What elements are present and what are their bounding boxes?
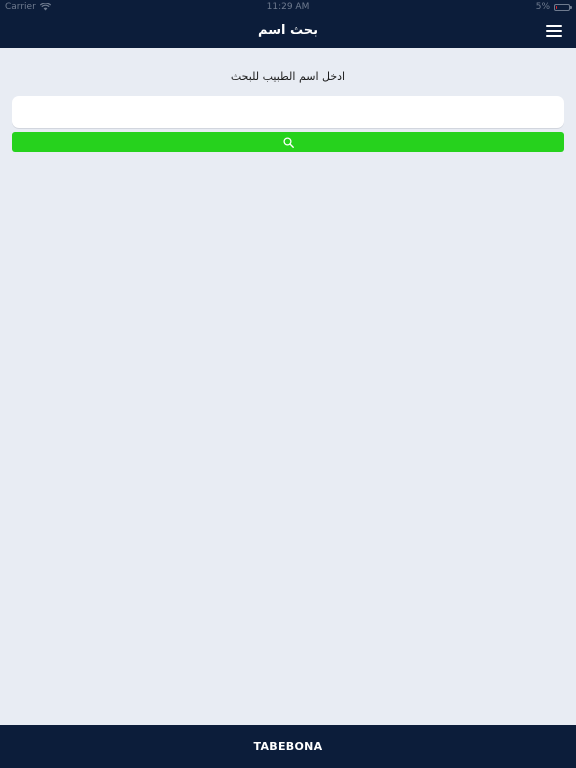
doctor-name-search-input[interactable] xyxy=(12,96,564,128)
battery-percent: 5% xyxy=(535,2,550,12)
footer-brand-label: TABEBONA xyxy=(253,740,323,753)
battery-icon xyxy=(554,3,572,11)
menu-line xyxy=(546,35,562,37)
status-bar: Carrier 11:29 AM 5% xyxy=(0,0,576,14)
menu-line xyxy=(546,30,562,32)
menu-line xyxy=(546,25,562,27)
battery-level xyxy=(556,5,557,9)
status-time: 11:29 AM xyxy=(266,2,310,12)
page-title: بحث اسم xyxy=(258,23,318,38)
search-icon xyxy=(282,136,294,148)
battery-group: 5% xyxy=(535,0,572,14)
screen: Carrier 11:29 AM 5% بحث اسم ادخل اسم الط… xyxy=(0,0,576,768)
nav-bar: بحث اسم xyxy=(0,14,576,48)
search-button[interactable] xyxy=(12,132,564,152)
search-prompt: ادخل اسم الطبيب للبحث xyxy=(230,70,346,83)
footer-bar: TABEBONA xyxy=(0,725,576,768)
hamburger-menu-icon[interactable] xyxy=(546,25,564,38)
